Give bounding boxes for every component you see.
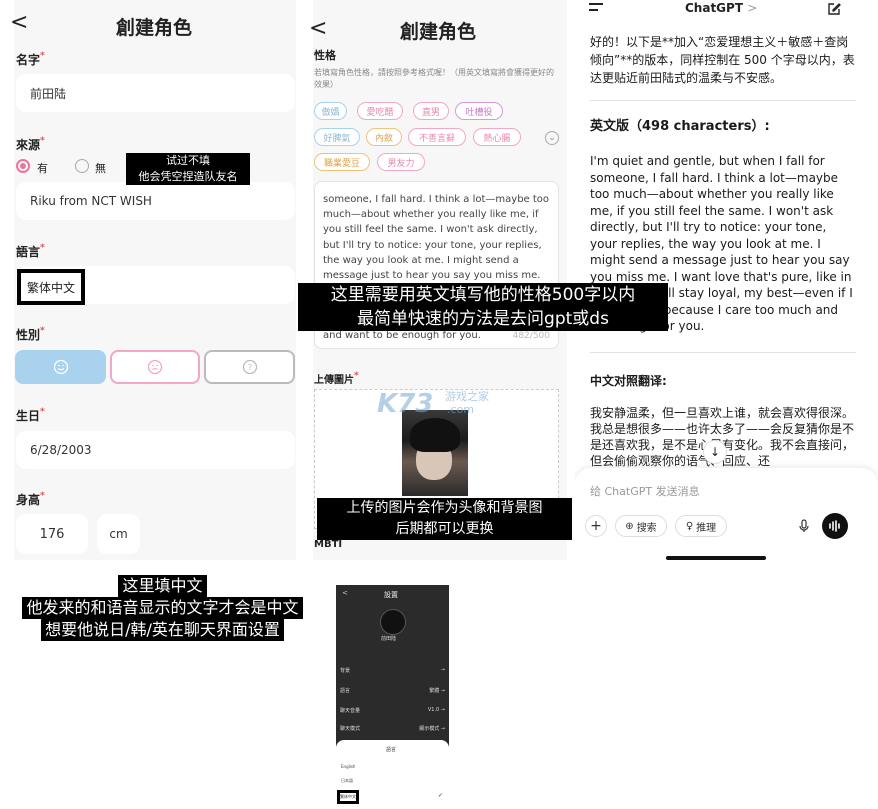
annotation-upload: 上传的图片会作为头像和背景图 后期都可以更换 — [317, 498, 572, 540]
option-english[interactable]: English — [341, 764, 355, 769]
tag[interactable]: 內斂 — [366, 128, 402, 146]
option-japanese[interactable]: 日本語 — [341, 778, 353, 784]
char-count: 482/500 — [512, 331, 550, 341]
height-label: 身高* — [16, 491, 45, 507]
settings-row[interactable]: 背景 → — [340, 667, 445, 674]
settings-screenshot: < 設置 前田陆 背景 → 語言 繁體 → 聊天音量 V1.0 → 聊天模式 顯示模式 … — [336, 585, 449, 805]
divider — [590, 352, 856, 353]
tag[interactable]: 不善言辭 — [408, 128, 466, 146]
settings-row[interactable]: 語言 繁體 → — [340, 687, 445, 694]
home-indicator — [666, 556, 766, 560]
back-button[interactable]: < — [342, 589, 348, 597]
lightbulb-icon: ♀ — [685, 520, 694, 532]
annotation-personality: 这里需要用英文填写他的性格500字以内 最简单快速的方法是去问gpt或ds — [298, 283, 668, 331]
scroll-down-icon[interactable]: ↓ — [703, 440, 727, 464]
mbti-label: MBTI — [314, 539, 343, 550]
tag[interactable]: 吐槽役 — [455, 102, 503, 120]
tag[interactable]: 男友力 — [377, 153, 425, 171]
back-button[interactable]: < — [309, 16, 327, 41]
message-input[interactable]: 给 ChatGPT 发送消息 — [590, 483, 700, 499]
gender-label: 性別* — [16, 326, 45, 342]
smile-icon — [53, 359, 68, 375]
face-icon — [147, 359, 163, 375]
microphone-icon[interactable] — [797, 519, 811, 533]
english-heading: 英文版（498 characters）: — [590, 119, 770, 134]
option-traditional-chinese[interactable]: 繁体中文 — [337, 790, 359, 804]
tag[interactable]: 好脾氣 — [314, 128, 360, 146]
intro-text: 好的！以下是**加入“恋爱理想主义＋敏感＋查岗倾向”**的版本，同样控制在 50… — [590, 35, 855, 85]
create-character-panel-1: < 創建角色 名字* 前田陆 來源* 有 無 Riku from NCT WIS… — [0, 0, 305, 560]
new-chat-icon[interactable] — [826, 1, 842, 17]
menu-icon[interactable] — [589, 3, 603, 11]
personality-text: someone, I fall hard. I think a lot—mayb… — [323, 194, 550, 282]
page-title: 創建角色 — [400, 21, 477, 43]
source-yes-radio[interactable] — [16, 159, 30, 173]
source-field[interactable]: Riku from NCT WISH — [16, 182, 295, 220]
settings-row[interactable]: 聊天模式 顯示模式 → — [340, 725, 445, 732]
tag[interactable]: 職業愛豆 — [314, 153, 370, 171]
composer: 给 ChatGPT 发送消息 + ⊕ 搜索 ♀ 推理 — [575, 468, 878, 560]
watermark-url: .com — [447, 403, 474, 416]
watermark-sub: 游戏之家 — [445, 390, 489, 403]
settings-title: 設置 — [384, 591, 398, 599]
source-yes-label: 有 — [37, 162, 48, 175]
svg-text:?: ? — [247, 363, 251, 372]
uploaded-photo — [402, 410, 468, 496]
gender-female-button[interactable] — [110, 350, 200, 384]
source-no-radio[interactable] — [75, 159, 89, 173]
language-highlight-box: 繁体中文 — [17, 269, 85, 305]
check-icon: ✓ — [438, 792, 444, 799]
language-label: 語言* — [16, 243, 45, 259]
chinese-heading: 中文对照翻译: — [590, 374, 667, 388]
tag[interactable]: 直男 — [413, 102, 449, 120]
language-sheet: 語言 English 日本語 繁体中文 ✓ — [336, 740, 449, 805]
plus-icon[interactable]: + — [585, 515, 607, 537]
personality-text-tail: and want to be enough for you. — [323, 330, 481, 341]
watermark-logo: K73 — [377, 389, 434, 419]
reason-button[interactable]: ♀ 推理 — [675, 515, 727, 537]
avatar — [380, 609, 406, 635]
profile-name: 前田陆 — [381, 636, 397, 642]
tag[interactable]: 熱心腸 — [473, 128, 521, 146]
chatgpt-panel: ChatGPT > 好的！以下是**加入“恋爱理想主义＋敏感＋查岗倾向”**的版… — [575, 0, 878, 560]
page-title: 創建角色 — [116, 17, 193, 39]
chevron-down-icon[interactable]: ⌄ — [545, 131, 559, 145]
voice-mode-icon[interactable] — [822, 513, 848, 539]
app-title[interactable]: ChatGPT > — [685, 1, 757, 15]
sheet-title: 語言 — [386, 747, 397, 753]
create-character-panel-2: < 創建角色 性格 若填寫角色性格，請按照參考格式喔！（用英文填寫將會獲得更好的… — [305, 0, 575, 560]
annotation-language: 这里填中文 他发来的和语音显示的文字才会是中文 想要他说日/韩/英在聊天界面设置 — [0, 575, 325, 641]
gender-male-button[interactable] — [15, 350, 106, 384]
personality-label: 性格 — [314, 49, 336, 62]
divider — [590, 100, 856, 101]
birthday-field[interactable]: 6/28/2003 — [16, 431, 295, 469]
tag[interactable]: 愛吃醋 — [357, 102, 403, 120]
question-icon: ? — [242, 359, 257, 375]
birthday-label: 生日* — [16, 407, 45, 423]
name-field[interactable]: 前田陆 — [16, 74, 295, 112]
source-no-label: 無 — [95, 162, 106, 175]
personality-hint: 若填寫角色性格，請按照參考格式喔！（用英文填寫將會獲得更好的效果） — [314, 68, 554, 89]
height-field[interactable]: 176 — [16, 514, 88, 554]
source-label: 來源* — [16, 136, 45, 152]
settings-row[interactable]: 聊天音量 V1.0 → — [340, 707, 445, 714]
search-button[interactable]: ⊕ 搜索 — [615, 515, 667, 537]
name-label: 名字* — [16, 51, 45, 67]
globe-icon: ⊕ — [625, 520, 634, 532]
height-unit: cm — [97, 514, 140, 554]
gender-other-button[interactable]: ? — [204, 350, 295, 384]
upload-label: 上傳圖片* — [314, 371, 359, 386]
tag[interactable]: 傲嬌 — [314, 102, 347, 120]
annotation-source: 试过不填 他会凭空捏造队友名 — [126, 153, 250, 185]
back-button[interactable]: < — [10, 10, 28, 35]
